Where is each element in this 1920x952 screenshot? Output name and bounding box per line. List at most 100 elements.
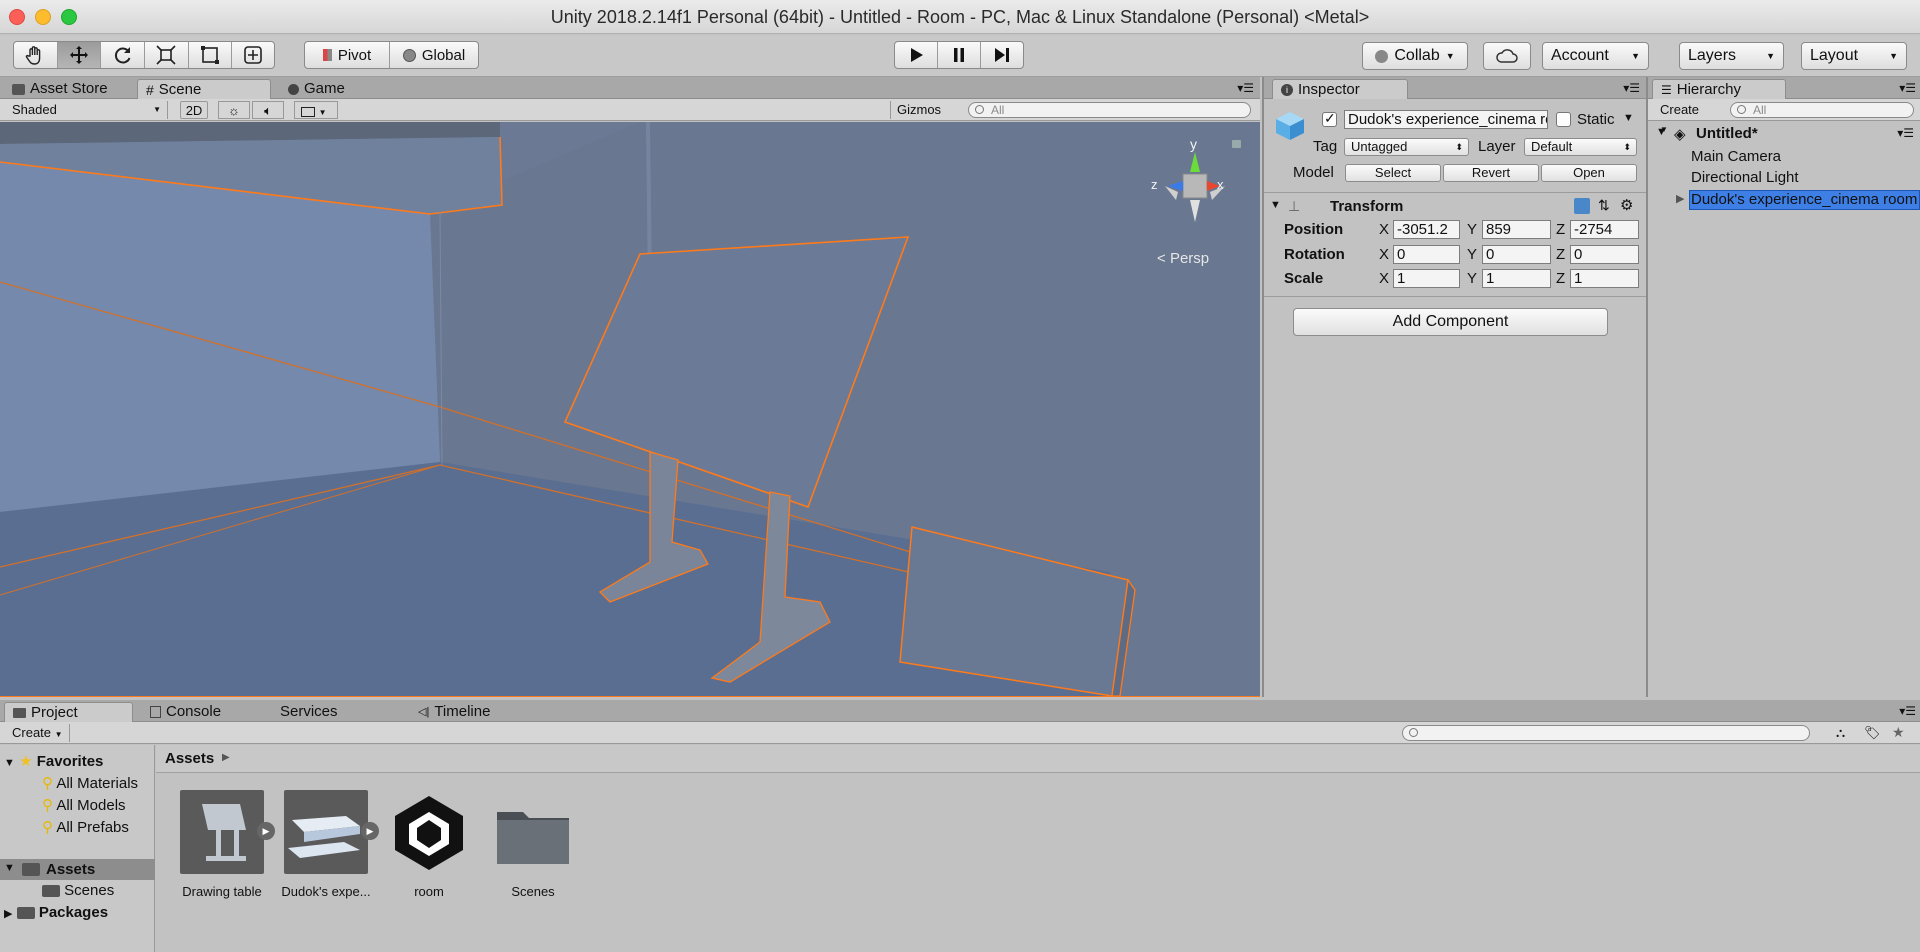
- assets-node[interactable]: ▼ Assets: [0, 859, 155, 880]
- field-value: 0: [1486, 246, 1495, 263]
- panel-menu-icon[interactable]: ▾☰: [1899, 81, 1916, 95]
- asset-drawing-table[interactable]: ▶ Drawing table: [177, 790, 275, 899]
- hierarchy-item-main-camera[interactable]: Main Camera: [1691, 148, 1781, 165]
- tab-console[interactable]: Console: [142, 702, 229, 722]
- collab-button[interactable]: Collab ▼: [1362, 42, 1468, 70]
- layers-dropdown[interactable]: Layers ▼: [1679, 42, 1784, 70]
- foldout-arrow-icon[interactable]: ▼: [1270, 199, 1281, 211]
- breadcrumb-label[interactable]: Assets: [165, 750, 214, 767]
- scale-x-field[interactable]: 1: [1393, 269, 1460, 288]
- project-create-dropdown[interactable]: Create ▼: [6, 724, 70, 742]
- scene-viewport[interactable]: y x z < Persp: [0, 122, 1260, 696]
- close-window-button[interactable]: [9, 9, 25, 25]
- shading-mode-dropdown[interactable]: Shaded ▼: [6, 101, 168, 119]
- position-y-field[interactable]: 859: [1482, 220, 1551, 239]
- layer-dropdown[interactable]: Default ⬍: [1524, 138, 1637, 156]
- expand-arrow-icon[interactable]: ▶: [1676, 192, 1684, 205]
- tab-scene[interactable]: # Scene: [137, 79, 271, 99]
- favorite-all-materials[interactable]: ⚲ All Materials: [42, 774, 138, 792]
- effects-dropdown[interactable]: ▼: [294, 101, 338, 119]
- add-component-button[interactable]: Add Component: [1293, 308, 1608, 336]
- scale-tool-button[interactable]: [145, 42, 189, 68]
- star-icon[interactable]: ★: [1892, 724, 1905, 741]
- tree-scenes-folder[interactable]: Scenes: [42, 882, 114, 899]
- foldout-arrow-icon[interactable]: ▼: [4, 862, 15, 874]
- asset-scenes-folder[interactable]: Scenes: [488, 790, 578, 899]
- foldout-arrow-icon[interactable]: ▶: [4, 908, 12, 920]
- tab-hierarchy[interactable]: ☰ Hierarchy: [1652, 79, 1786, 99]
- scene-header-row[interactable]: ▼ ◈ Untitled* ▾☰: [1648, 124, 1920, 144]
- gear-icon[interactable]: ⚙: [1620, 196, 1633, 214]
- filter-type-icon[interactable]: ⛬: [1836, 725, 1845, 741]
- tab-services[interactable]: Services: [272, 702, 346, 722]
- cloud-button[interactable]: [1483, 42, 1531, 70]
- account-dropdown[interactable]: Account ▼: [1542, 42, 1649, 70]
- rotate-tool-button[interactable]: [101, 42, 146, 68]
- packages-node[interactable]: ▶ Packages: [4, 904, 108, 921]
- play-button[interactable]: [895, 42, 939, 68]
- tab-game[interactable]: Game: [280, 79, 353, 99]
- hierarchy-item-directional-light[interactable]: Directional Light: [1691, 169, 1799, 186]
- project-search-input[interactable]: [1402, 725, 1810, 741]
- rotation-x-field[interactable]: 0: [1393, 245, 1460, 264]
- asset-room-scene[interactable]: room: [384, 790, 474, 899]
- scale-y-field[interactable]: 1: [1482, 269, 1551, 288]
- expand-asset-icon[interactable]: ▶: [257, 822, 275, 840]
- tab-inspector[interactable]: i Inspector: [1272, 79, 1408, 99]
- hand-tool-button[interactable]: [14, 42, 58, 68]
- favorite-all-prefabs[interactable]: ⚲ All Prefabs: [42, 818, 129, 836]
- scene-menu-icon[interactable]: ▾☰: [1897, 126, 1914, 140]
- model-open-button[interactable]: Open: [1541, 164, 1637, 182]
- hierarchy-create-dropdown[interactable]: Create ▼: [1654, 101, 1716, 134]
- lock-icon[interactable]: [1232, 140, 1241, 148]
- move-tool-button[interactable]: [57, 42, 102, 68]
- favorite-all-models[interactable]: ⚲ All Models: [42, 796, 126, 814]
- panel-menu-icon[interactable]: ▾☰: [1623, 81, 1640, 95]
- transform-header[interactable]: ▼ ⊥ Transform ⇅ ⚙: [1268, 196, 1644, 218]
- rect-tool-button[interactable]: [189, 42, 233, 68]
- maximize-window-button[interactable]: [61, 9, 77, 25]
- preset-icon[interactable]: ⇅: [1598, 197, 1610, 214]
- tag-dropdown[interactable]: Untagged ⬍: [1344, 138, 1469, 156]
- tab-timeline[interactable]: ◁| Timeline: [410, 702, 498, 722]
- scale-z-field[interactable]: 1: [1570, 269, 1639, 288]
- favorites-node[interactable]: ▼ ★ Favorites: [4, 752, 103, 770]
- asset-dudoks-experience[interactable]: ▶ Dudok's expe...: [281, 790, 379, 899]
- position-x-field[interactable]: -3051.2: [1393, 220, 1460, 239]
- project-tab-bar: Project Console Services ◁| Timeline ▾☰: [0, 700, 1920, 722]
- tab-asset-store[interactable]: Asset Store: [4, 79, 116, 99]
- foldout-arrow-icon[interactable]: ▼: [1656, 126, 1667, 138]
- panel-menu-icon[interactable]: ▾☰: [1237, 81, 1254, 95]
- expand-asset-icon[interactable]: ▶: [361, 822, 379, 840]
- lighting-toggle[interactable]: ☼: [218, 101, 250, 119]
- gizmos-dropdown[interactable]: Gizmos ▼: [890, 101, 958, 134]
- position-z-field[interactable]: -2754: [1570, 220, 1639, 239]
- step-button[interactable]: [981, 42, 1023, 68]
- layout-dropdown[interactable]: Layout ▼: [1801, 42, 1907, 70]
- rotation-z-field[interactable]: 0: [1570, 245, 1639, 264]
- help-icon[interactable]: [1574, 198, 1590, 214]
- minimize-window-button[interactable]: [35, 9, 51, 25]
- global-button[interactable]: Global: [390, 42, 478, 68]
- foldout-arrow-icon[interactable]: ▼: [4, 757, 15, 769]
- model-revert-button[interactable]: Revert: [1443, 164, 1539, 182]
- grid-icon: #: [146, 81, 154, 98]
- static-checkbox[interactable]: [1556, 112, 1571, 127]
- hierarchy-search-input[interactable]: All: [1730, 102, 1914, 118]
- scene-search-input[interactable]: All: [968, 102, 1251, 118]
- pause-button[interactable]: [938, 42, 981, 68]
- audio-toggle[interactable]: 🔈︎: [252, 101, 284, 119]
- panel-menu-icon[interactable]: ▾☰: [1899, 704, 1916, 718]
- label-tag-icon[interactable]: 🏷︎: [1864, 725, 1881, 741]
- hierarchy-item-cinema-room[interactable]: Dudok's experience_cinema room: [1689, 190, 1920, 210]
- model-select-button[interactable]: Select: [1345, 164, 1441, 182]
- active-checkbox[interactable]: ✓: [1322, 110, 1337, 127]
- object-name-field[interactable]: Dudok's experience_cinema room: [1344, 110, 1548, 129]
- transform-tool-button[interactable]: [232, 42, 274, 68]
- 2d-toggle[interactable]: 2D: [180, 101, 208, 119]
- projection-toggle[interactable]: < Persp: [1157, 250, 1209, 267]
- tab-project[interactable]: Project: [4, 702, 133, 722]
- rotation-y-field[interactable]: 0: [1482, 245, 1551, 264]
- pivot-button[interactable]: Pivot: [305, 42, 391, 68]
- static-dropdown-icon[interactable]: ▼: [1623, 112, 1634, 124]
